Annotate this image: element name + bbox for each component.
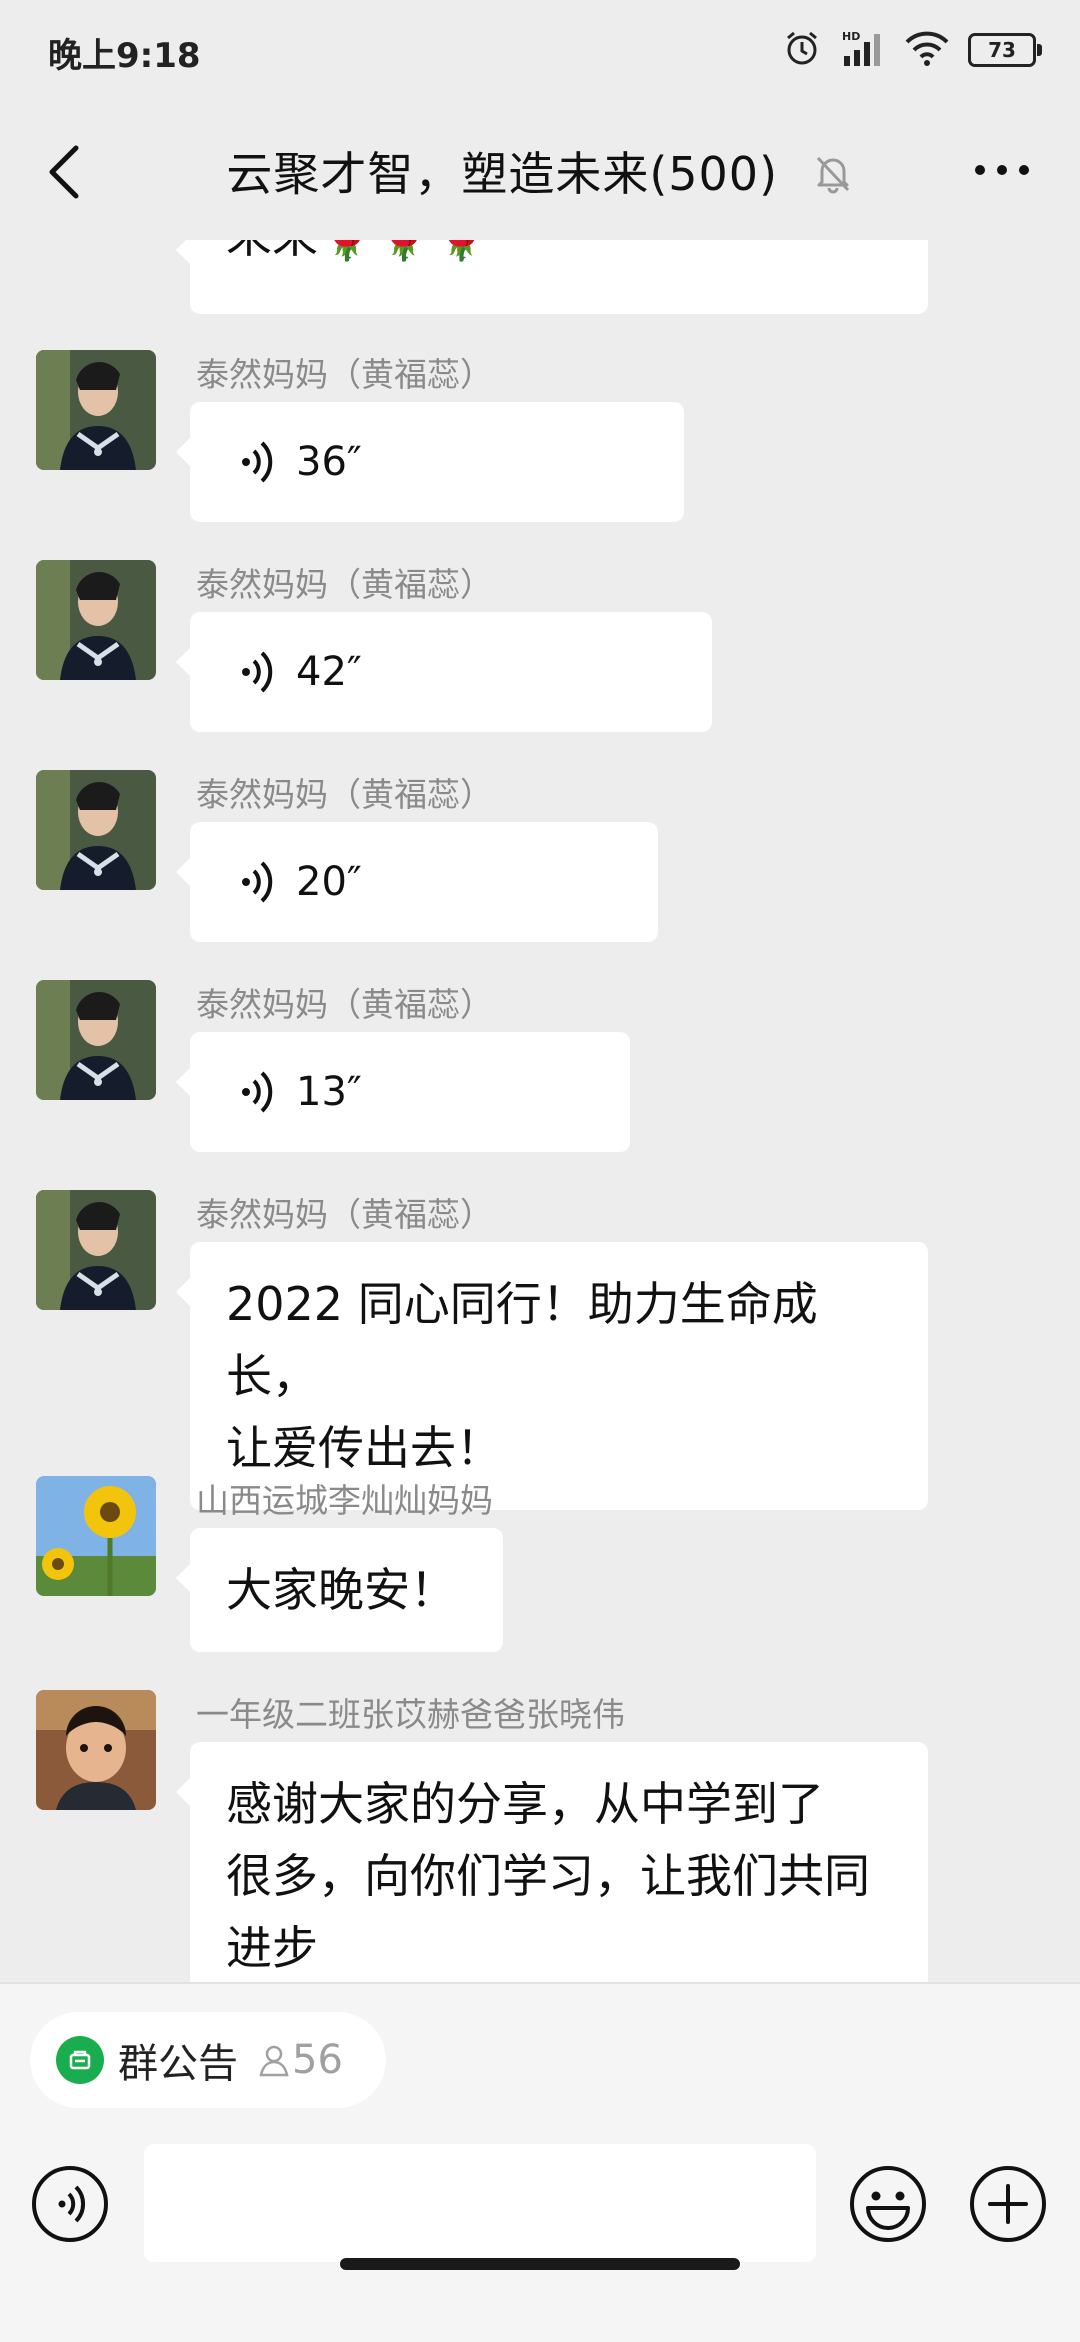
avatar[interactable]: [36, 770, 156, 890]
battery-level: 73: [988, 38, 1016, 62]
plus-icon[interactable]: [968, 2164, 1048, 2244]
battery-icon: 73: [968, 33, 1042, 67]
avatar[interactable]: [36, 1690, 156, 1810]
voice-duration: 13″: [296, 1069, 362, 1115]
chat-message-list[interactable]: 未来🌹🌹🌹 泰然妈妈（黄福蕊） 36″ 泰然妈妈（黄福蕊） 42″ 泰然妈妈（黄…: [0, 240, 1080, 1982]
alarm-icon: [782, 28, 822, 72]
message-bubble[interactable]: 感谢大家的分享，从中学到了 很多，向你们学习，让我们共同 进步: [176, 1742, 928, 1982]
mute-bell-icon: [812, 151, 854, 205]
notice-icon: [56, 2036, 104, 2084]
voice-message-bubble[interactable]: 13″: [176, 1032, 630, 1152]
message-line: 进步: [226, 1921, 318, 1975]
nav-bar: 云聚才智，塑造未来(500): [0, 100, 1080, 240]
message-line: 2022 同心同行！助力生命成长，: [226, 1277, 818, 1403]
emoji-icon[interactable]: [848, 2164, 928, 2244]
chat-title: 云聚才智，塑造未来(500): [226, 147, 779, 201]
message-line: 感谢大家的分享，从中学到了: [226, 1777, 824, 1831]
message-input[interactable]: [144, 2144, 816, 2262]
message-bubble[interactable]: 2022 同心同行！助力生命成长， 让爱传出去！: [176, 1242, 928, 1510]
voice-wave-icon: [242, 441, 273, 483]
sender-name: 泰然妈妈（黄福蕊）: [196, 1195, 493, 1234]
avatar[interactable]: [36, 1476, 156, 1596]
avatar[interactable]: [36, 1190, 156, 1310]
group-notice-label: 群公告: [118, 2041, 238, 2087]
bottom-panel: 群公告 56: [0, 1982, 1080, 2342]
message-bubble[interactable]: 未来🌹🌹🌹: [176, 240, 928, 314]
message-line: 大家晚安！: [226, 1563, 456, 1617]
member-count: 56: [256, 2037, 343, 2083]
wifi-icon: [904, 29, 950, 71]
svg-text:HD: HD: [842, 30, 860, 43]
sender-name: 泰然妈妈（黄福蕊）: [196, 565, 493, 604]
more-icon[interactable]: [972, 162, 1032, 178]
sender-name: 一年级二班张苡赫爸爸张晓伟: [196, 1695, 625, 1734]
voice-wave-icon: [242, 1071, 273, 1113]
status-icons: HD 73: [782, 26, 1042, 74]
voice-duration: 36″: [296, 439, 362, 485]
group-notice-chip[interactable]: 群公告 56: [30, 2012, 386, 2108]
sender-name: 山西运城李灿灿妈妈: [196, 1481, 493, 1520]
sender-name: 泰然妈妈（黄福蕊）: [196, 985, 493, 1024]
message-bubble[interactable]: 大家晚安！: [176, 1528, 503, 1652]
voice-duration: 20″: [296, 859, 362, 905]
chat-title-row: 云聚才智，塑造未来(500): [0, 138, 1080, 205]
person-icon: [259, 2045, 289, 2077]
sender-name: 泰然妈妈（黄福蕊）: [196, 775, 493, 814]
voice-duration: 42″: [296, 649, 362, 695]
status-bar: 晚上9:18 HD 73: [0, 0, 1080, 100]
status-time: 晚上9:18: [48, 36, 201, 76]
voice-message-bubble[interactable]: 20″: [176, 822, 658, 942]
sender-name: 泰然妈妈（黄福蕊）: [196, 355, 493, 394]
message-text: 未来🌹🌹🌹: [226, 240, 490, 263]
voice-input-icon[interactable]: [30, 2164, 110, 2244]
member-count-value: 56: [292, 2037, 343, 2083]
hd-signal-icon: HD: [840, 28, 886, 72]
voice-wave-icon: [242, 651, 273, 693]
avatar[interactable]: [36, 980, 156, 1100]
avatar[interactable]: [36, 560, 156, 680]
input-bar: [0, 2144, 1080, 2294]
voice-message-bubble[interactable]: 36″: [176, 402, 684, 522]
avatar[interactable]: [36, 350, 156, 470]
message-line: 很多，向你们学习，让我们共同: [226, 1849, 870, 1903]
voice-message-bubble[interactable]: 42″: [176, 612, 712, 732]
home-indicator[interactable]: [340, 2258, 740, 2270]
voice-wave-icon: [242, 861, 273, 903]
